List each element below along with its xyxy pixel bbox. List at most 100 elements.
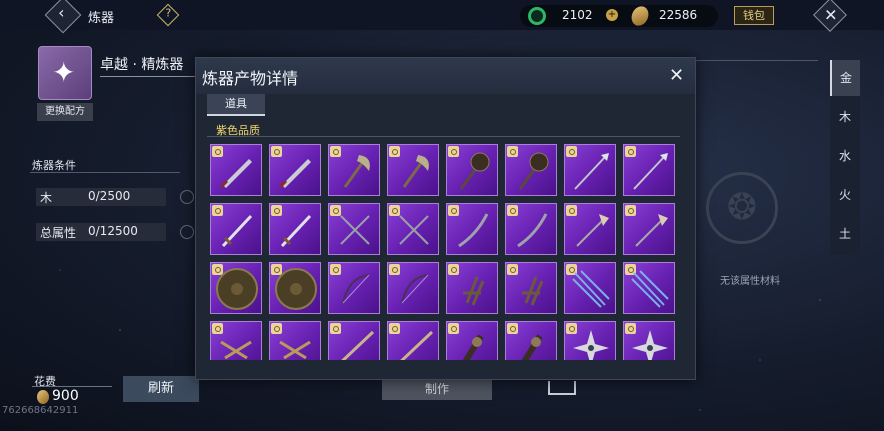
- item-slot-shield[interactable]: [269, 262, 321, 314]
- element-tab-fire[interactable]: 火: [830, 177, 860, 213]
- twin-pistols-icon: [220, 340, 252, 360]
- sword-icon: [280, 214, 312, 248]
- element-tab-earth[interactable]: 土: [830, 216, 860, 252]
- divider: [30, 172, 180, 173]
- twin-pistols-icon: [279, 340, 311, 360]
- tab-items[interactable]: 道具: [207, 94, 265, 116]
- seal-icon: ❂: [706, 172, 778, 244]
- divider: [696, 60, 818, 61]
- condition-label: 总属性: [40, 226, 77, 240]
- close-icon[interactable]: ✕: [669, 65, 684, 86]
- axe-icon: [343, 155, 370, 188]
- item-slot-gauntlet[interactable]: [446, 321, 498, 360]
- make-button[interactable]: 制作: [382, 378, 492, 400]
- condition-row-total: 总属性 0/12500: [36, 223, 166, 241]
- item-slot-bow[interactable]: [328, 262, 380, 314]
- item-slot-shuriken[interactable]: [623, 321, 675, 360]
- gold-coin-icon: [37, 390, 49, 404]
- book-icon[interactable]: [548, 381, 576, 395]
- condition-row-wood: 木 0/2500: [36, 188, 166, 206]
- shuriken-icon: [573, 330, 609, 360]
- item-slot-spear[interactable]: [623, 144, 675, 196]
- blade-icon: [219, 159, 252, 189]
- saber-icon: [458, 213, 489, 248]
- user-id: 762668642911: [2, 405, 79, 416]
- item-slot-crossed-daggers[interactable]: [387, 203, 439, 255]
- item-slot-shield[interactable]: [210, 262, 262, 314]
- item-slot-axe[interactable]: [328, 144, 380, 196]
- mace-icon: [459, 152, 490, 190]
- close-page-button[interactable]: ✕: [813, 0, 847, 32]
- bow-icon: [342, 274, 370, 304]
- element-tab-metal[interactable]: 金: [830, 60, 860, 96]
- item-slot-rifle[interactable]: [387, 321, 439, 360]
- item-slot-arrows[interactable]: [623, 262, 675, 314]
- spear-icon: [633, 153, 668, 190]
- item-slot-saber[interactable]: [446, 203, 498, 255]
- help-icon[interactable]: ?: [156, 3, 180, 27]
- bow-icon: [401, 274, 429, 304]
- halberd-icon: [576, 214, 609, 247]
- add-currency-button[interactable]: +: [606, 9, 618, 21]
- item-slot-spear[interactable]: [564, 144, 616, 196]
- change-recipe-button[interactable]: 更换配方: [37, 103, 93, 121]
- halberd-icon: [635, 214, 668, 247]
- crossed-daggers-icon: [340, 215, 370, 245]
- item-slot-crossed-daggers[interactable]: [328, 203, 380, 255]
- item-slot-halberd[interactable]: [623, 203, 675, 255]
- item-slot-claw[interactable]: [505, 262, 557, 314]
- flame-icon: ✦: [52, 56, 76, 89]
- saber-icon: [517, 213, 548, 248]
- item-slot-shuriken[interactable]: [564, 321, 616, 360]
- shield-icon: [275, 268, 317, 310]
- item-slot-gauntlet[interactable]: [505, 321, 557, 360]
- arrows-icon: [572, 270, 610, 308]
- chevron-left-icon: ‹: [58, 3, 65, 23]
- element-tab-water[interactable]: 水: [830, 138, 860, 174]
- claw-icon: [463, 276, 485, 306]
- item-slot-sword[interactable]: [210, 203, 262, 255]
- gauntlet-icon: [521, 334, 543, 360]
- item-slot-mace[interactable]: [446, 144, 498, 196]
- item-slot-halberd[interactable]: [564, 203, 616, 255]
- item-slot-claw[interactable]: [446, 262, 498, 314]
- item-slot-saber[interactable]: [505, 203, 557, 255]
- gauntlet-icon: [462, 334, 484, 360]
- divider: [32, 386, 112, 387]
- item-slot-mace[interactable]: [505, 144, 557, 196]
- dialog-header: 炼器产物详情 ✕: [196, 58, 695, 94]
- arrows-icon: [631, 270, 669, 308]
- no-attribute-text: 无该属性材料: [720, 276, 780, 287]
- recipe-icon[interactable]: ✦: [38, 46, 92, 100]
- back-button[interactable]: ‹: [44, 0, 82, 34]
- conditions-title: 炼器条件: [32, 159, 76, 172]
- spear-icon: [574, 153, 609, 190]
- jade-icon: [528, 7, 546, 25]
- mace-icon: [518, 152, 549, 190]
- sword-icon: [221, 214, 253, 248]
- item-slot-rifle[interactable]: [328, 321, 380, 360]
- item-slot-twin-pistols[interactable]: [210, 321, 262, 360]
- check-icon: [180, 225, 194, 239]
- recipe-name: 卓越 · 精炼器: [100, 57, 184, 73]
- item-slot-blade[interactable]: [269, 144, 321, 196]
- divider: [207, 136, 680, 137]
- item-slot-axe[interactable]: [387, 144, 439, 196]
- rifle-icon: [341, 330, 375, 360]
- shield-icon: [216, 268, 258, 310]
- axe-icon: [402, 155, 429, 188]
- item-grid: [210, 144, 680, 360]
- element-tab-wood[interactable]: 木: [830, 99, 860, 135]
- item-slot-arrows[interactable]: [564, 262, 616, 314]
- item-slot-sword[interactable]: [269, 203, 321, 255]
- check-icon: [180, 190, 194, 204]
- item-slot-bow[interactable]: [387, 262, 439, 314]
- condition-label: 木: [40, 191, 53, 205]
- condition-value: 0/2500: [88, 189, 131, 203]
- condition-value: 0/12500: [88, 224, 138, 238]
- item-slot-blade[interactable]: [210, 144, 262, 196]
- item-slot-twin-pistols[interactable]: [269, 321, 321, 360]
- wallet-button[interactable]: 钱包: [734, 6, 774, 25]
- refresh-button[interactable]: 刷新: [123, 376, 199, 402]
- shuriken-icon: [632, 330, 668, 360]
